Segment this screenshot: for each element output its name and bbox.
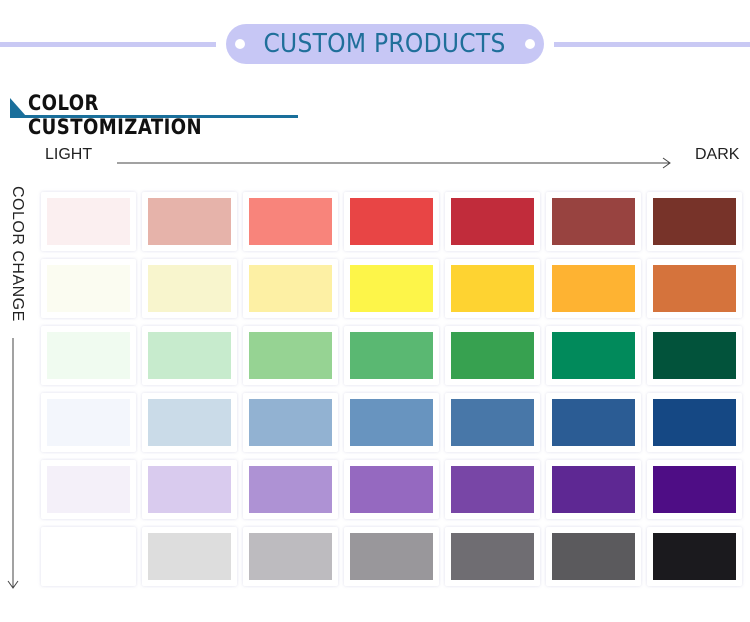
swatch-card-purple-4[interactable] — [344, 460, 439, 519]
swatch-card-blue-5[interactable] — [445, 393, 540, 452]
color-change-label: COLOR CHANGE — [9, 186, 26, 322]
swatch-card-gray-3[interactable] — [243, 527, 338, 586]
swatch-card-green-7[interactable] — [647, 326, 742, 385]
swatch-card-yellow-2[interactable] — [142, 259, 237, 318]
swatch-card-green-2[interactable] — [142, 326, 237, 385]
color-swatch[interactable] — [249, 265, 332, 312]
color-swatch[interactable] — [451, 533, 534, 580]
color-swatch[interactable] — [653, 265, 736, 312]
arrow-down-icon — [7, 338, 19, 589]
color-swatch[interactable] — [552, 198, 635, 245]
swatch-card-yellow-5[interactable] — [445, 259, 540, 318]
color-swatch[interactable] — [653, 466, 736, 513]
swatch-card-gray-1[interactable] — [41, 527, 136, 586]
triangle-accent-icon — [10, 98, 26, 116]
swatch-card-red-5[interactable] — [445, 192, 540, 251]
color-swatch[interactable] — [47, 332, 130, 379]
swatch-card-yellow-7[interactable] — [647, 259, 742, 318]
dot-icon — [235, 39, 245, 49]
swatch-card-blue-2[interactable] — [142, 393, 237, 452]
banner-title: CUSTOM PRODUCTS — [263, 29, 507, 59]
color-swatch[interactable] — [653, 332, 736, 379]
swatch-card-red-4[interactable] — [344, 192, 439, 251]
color-swatch[interactable] — [653, 533, 736, 580]
color-swatch[interactable] — [451, 332, 534, 379]
swatch-card-red-7[interactable] — [647, 192, 742, 251]
color-swatch[interactable] — [451, 265, 534, 312]
color-swatch[interactable] — [47, 265, 130, 312]
color-swatch[interactable] — [552, 265, 635, 312]
banner-rule-right — [554, 42, 750, 47]
swatch-card-blue-4[interactable] — [344, 393, 439, 452]
banner-rule-left — [0, 42, 216, 47]
color-swatch[interactable] — [451, 198, 534, 245]
color-swatch[interactable] — [552, 533, 635, 580]
banner-pill: CUSTOM PRODUCTS — [226, 24, 544, 64]
swatch-card-purple-5[interactable] — [445, 460, 540, 519]
dot-icon — [525, 39, 535, 49]
swatch-card-green-3[interactable] — [243, 326, 338, 385]
section-header: COLOR CUSTOMIZATION — [10, 90, 298, 139]
color-swatch[interactable] — [552, 466, 635, 513]
color-swatch[interactable] — [350, 332, 433, 379]
swatch-card-blue-3[interactable] — [243, 393, 338, 452]
arrow-right-icon — [117, 157, 671, 169]
swatch-card-purple-2[interactable] — [142, 460, 237, 519]
swatch-card-purple-1[interactable] — [41, 460, 136, 519]
color-swatch[interactable] — [350, 265, 433, 312]
color-swatch[interactable] — [148, 332, 231, 379]
swatch-card-yellow-3[interactable] — [243, 259, 338, 318]
swatch-card-green-1[interactable] — [41, 326, 136, 385]
color-swatch[interactable] — [148, 399, 231, 446]
section-underline — [10, 115, 298, 118]
swatch-card-gray-4[interactable] — [344, 527, 439, 586]
swatch-card-red-2[interactable] — [142, 192, 237, 251]
color-swatch[interactable] — [249, 533, 332, 580]
swatch-card-green-4[interactable] — [344, 326, 439, 385]
color-swatch[interactable] — [249, 332, 332, 379]
color-swatch[interactable] — [249, 466, 332, 513]
color-swatch[interactable] — [552, 332, 635, 379]
color-swatch[interactable] — [350, 399, 433, 446]
color-swatch[interactable] — [249, 399, 332, 446]
swatch-card-red-1[interactable] — [41, 192, 136, 251]
color-swatch[interactable] — [552, 399, 635, 446]
color-swatch[interactable] — [47, 533, 130, 580]
color-swatch[interactable] — [47, 198, 130, 245]
swatch-card-purple-7[interactable] — [647, 460, 742, 519]
color-swatch[interactable] — [47, 399, 130, 446]
color-swatch[interactable] — [350, 198, 433, 245]
swatch-card-green-5[interactable] — [445, 326, 540, 385]
color-swatch[interactable] — [451, 466, 534, 513]
swatch-card-gray-6[interactable] — [546, 527, 641, 586]
swatch-card-purple-3[interactable] — [243, 460, 338, 519]
swatch-card-green-6[interactable] — [546, 326, 641, 385]
swatch-card-gray-5[interactable] — [445, 527, 540, 586]
light-label: LIGHT — [45, 146, 93, 163]
dark-label: DARK — [695, 146, 740, 163]
swatch-card-purple-6[interactable] — [546, 460, 641, 519]
color-swatch[interactable] — [653, 198, 736, 245]
color-swatch[interactable] — [148, 198, 231, 245]
color-swatch[interactable] — [350, 533, 433, 580]
swatch-card-blue-6[interactable] — [546, 393, 641, 452]
color-swatch[interactable] — [148, 265, 231, 312]
swatch-card-blue-1[interactable] — [41, 393, 136, 452]
color-swatch[interactable] — [653, 399, 736, 446]
color-swatch[interactable] — [249, 198, 332, 245]
color-swatch[interactable] — [148, 466, 231, 513]
color-swatch[interactable] — [350, 466, 433, 513]
swatch-card-red-3[interactable] — [243, 192, 338, 251]
color-swatch[interactable] — [148, 533, 231, 580]
swatch-card-blue-7[interactable] — [647, 393, 742, 452]
swatch-card-yellow-6[interactable] — [546, 259, 641, 318]
swatch-card-red-6[interactable] — [546, 192, 641, 251]
swatch-card-yellow-4[interactable] — [344, 259, 439, 318]
color-swatch[interactable] — [47, 466, 130, 513]
swatch-card-gray-7[interactable] — [647, 527, 742, 586]
swatch-card-gray-2[interactable] — [142, 527, 237, 586]
swatch-card-yellow-1[interactable] — [41, 259, 136, 318]
color-swatch[interactable] — [451, 399, 534, 446]
